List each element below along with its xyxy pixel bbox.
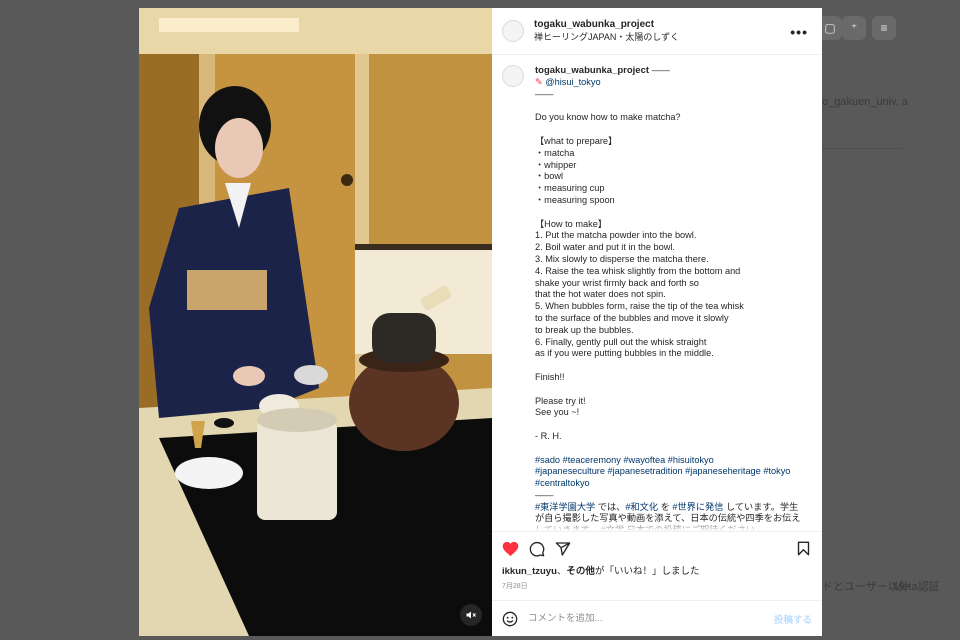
bg-divider [822, 148, 902, 149]
bg-footer-text-2: Meta認証 [893, 581, 940, 593]
emoji-icon[interactable] [502, 611, 518, 627]
post-comment-button[interactable]: 投稿する [774, 612, 812, 626]
caption-rule: —— [535, 88, 554, 99]
author-username[interactable]: togaku_wabunka_project [534, 18, 679, 31]
share-icon [555, 541, 571, 556]
caption-dash: —— [649, 65, 670, 75]
jp-hashtag-1[interactable]: #東洋学園大学 [535, 502, 595, 512]
like-button[interactable] [502, 541, 519, 557]
likes-suffix: が「いいね！」しました [594, 566, 700, 577]
scroll-fade [492, 521, 822, 531]
liker-username[interactable]: ikkun_tzuyu [502, 566, 557, 577]
more-options-button[interactable]: ••• [790, 24, 808, 40]
caption-body: Do you know how to make matcha? 【what to… [535, 112, 744, 441]
video-frame-illustration [139, 8, 492, 636]
mute-toggle[interactable] [460, 604, 482, 626]
caption-mention[interactable]: @hisui_tokyo [545, 77, 600, 87]
more-icon: ••• [790, 24, 808, 40]
bg-button-3: ≡ [872, 16, 896, 40]
action-bar [492, 531, 822, 565]
likes-summary: ikkun_tzuyu、その他が「いいね！」しました [492, 565, 822, 579]
audio-track-label[interactable]: 禅ヒーリングJAPAN・太陽のしずく [534, 31, 679, 44]
muted-audio-icon [466, 611, 476, 619]
author-avatar[interactable] [502, 20, 524, 42]
comment-input[interactable] [528, 613, 774, 624]
post-header: togaku_wabunka_project 禅ヒーリングJAPAN・太陽のしず… [492, 8, 822, 55]
caption-hashtags[interactable]: #sado #teaceremony #wayoftea #hisuitokyo… [535, 455, 805, 490]
caption-avatar[interactable] [502, 65, 524, 87]
share-button[interactable] [555, 541, 571, 557]
caption-row: togaku_wabunka_project —— ✎ @hisui_tokyo… [502, 65, 812, 531]
caption-rule-2: —— [535, 489, 554, 500]
post-date[interactable]: 7月28日 [492, 579, 822, 593]
add-comment-bar: 投稿する [492, 600, 822, 636]
likes-others-link[interactable]: その他 [566, 566, 595, 577]
bookmark-icon [797, 541, 810, 556]
pin-icon: ✎ [535, 76, 543, 87]
caption-text: togaku_wabunka_project —— ✎ @hisui_tokyo… [535, 65, 805, 531]
comment-button[interactable] [529, 541, 545, 557]
caption-username[interactable]: togaku_wabunka_project [535, 65, 649, 76]
post-modal: togaku_wabunka_project 禅ヒーリングJAPAN・太陽のしず… [139, 8, 822, 636]
save-button[interactable] [797, 541, 810, 561]
comments-section: togaku_wabunka_project —— ✎ @hisui_tokyo… [492, 55, 822, 531]
jp-text-2: を [658, 501, 673, 512]
jp-hashtag-2[interactable]: #和文化 [625, 502, 658, 512]
bg-button-2: ⁺ [842, 16, 866, 40]
post-video[interactable] [139, 8, 492, 636]
comment-icon [529, 541, 545, 556]
heart-icon [502, 541, 519, 556]
jp-text-1: では、 [595, 501, 626, 512]
likes-sep: 、 [556, 566, 567, 577]
bg-side-text: o_gakuen_univ, a [822, 96, 909, 108]
jp-hashtag-3[interactable]: #世界に発信 [672, 502, 723, 512]
post-details-panel: togaku_wabunka_project 禅ヒーリングJAPAN・太陽のしず… [492, 8, 822, 636]
